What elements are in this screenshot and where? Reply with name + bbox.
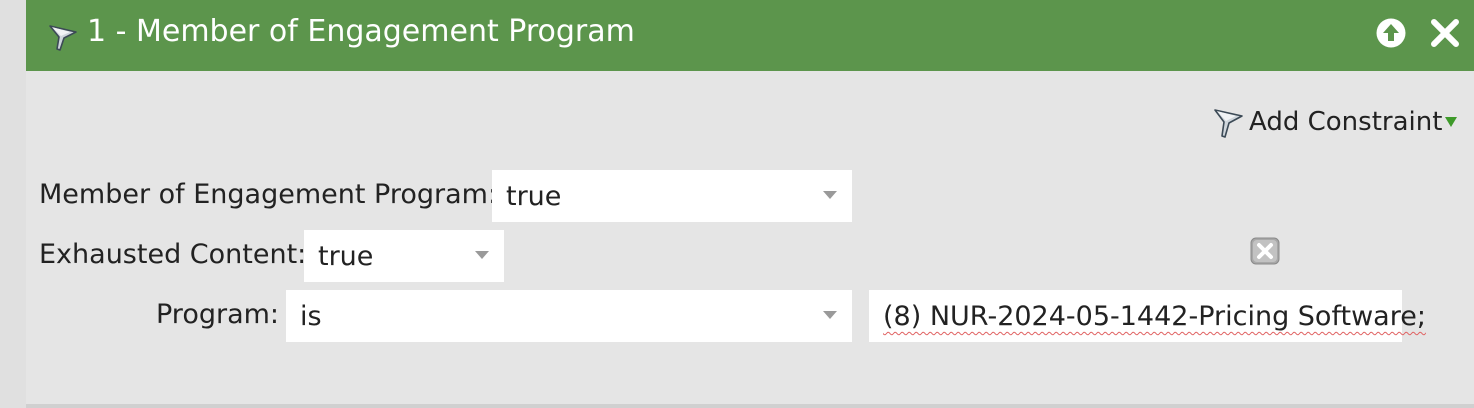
chevron-down-icon xyxy=(823,191,837,199)
exhausted-content-value: true xyxy=(318,241,374,272)
delete-constraint-icon[interactable] xyxy=(1250,237,1280,265)
program-operator-select[interactable]: is xyxy=(286,290,852,342)
exhausted-content-select[interactable]: true xyxy=(304,230,504,282)
program-value-text: (8) NUR-2024-05-1442-Pricing Software; xyxy=(883,301,1426,332)
filter-icon xyxy=(49,25,77,51)
filter-header: 1 - Member of Engagement Program xyxy=(26,0,1474,71)
add-constraint-label: Add Constraint xyxy=(1249,107,1443,137)
left-gutter xyxy=(0,0,26,408)
program-label: Program: xyxy=(156,299,280,330)
member-engagement-select[interactable]: true xyxy=(492,170,852,222)
close-icon[interactable] xyxy=(1428,16,1462,50)
caret-down-icon xyxy=(1445,117,1457,127)
panel-bottom-border xyxy=(26,404,1474,408)
chevron-down-icon xyxy=(823,311,837,319)
exhausted-content-label: Exhausted Content: xyxy=(39,239,307,270)
member-engagement-label: Member of Engagement Program: xyxy=(39,179,498,210)
program-value-field[interactable]: (8) NUR-2024-05-1442-Pricing Software; xyxy=(869,290,1426,342)
member-engagement-value: true xyxy=(506,181,562,212)
program-operator-value: is xyxy=(300,301,322,332)
filter-title: 1 - Member of Engagement Program xyxy=(87,14,635,49)
chevron-down-icon xyxy=(475,251,489,259)
smart-list-filter-panel: 1 - Member of Engagement Program Add Con… xyxy=(26,0,1474,404)
filter-icon xyxy=(1214,109,1243,138)
arrow-up-icon[interactable] xyxy=(1375,17,1407,49)
